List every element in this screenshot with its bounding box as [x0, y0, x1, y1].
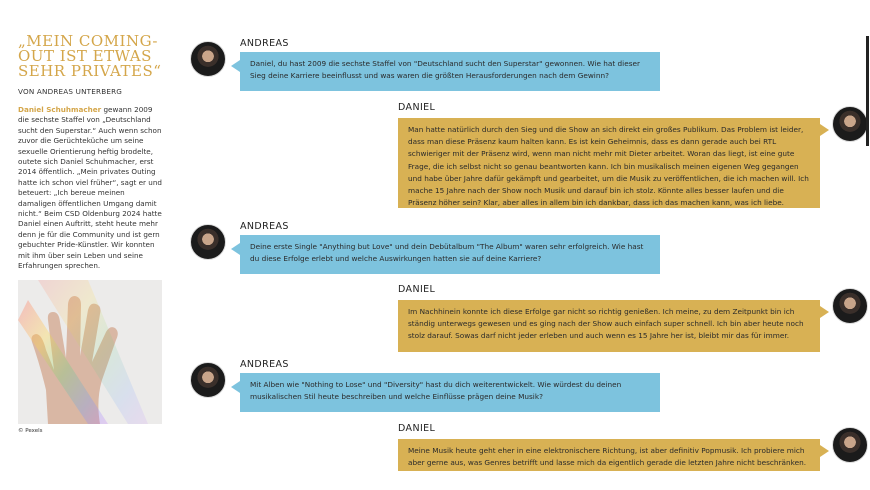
speaker-andreas: ANDREAS — [240, 38, 289, 49]
question-bubble: Daniel, du hast 2009 die sechste Staffel… — [240, 52, 660, 91]
bubble-tail — [820, 445, 829, 457]
speaker-daniel: DANIEL — [398, 102, 436, 113]
bubble-tail — [231, 243, 240, 255]
question-bubble: Mit Alben wie "Nothing to Lose" und "Div… — [240, 373, 660, 412]
answer-bubble: Man hatte natürlich durch den Sieg und d… — [398, 118, 820, 208]
article-photo — [18, 279, 162, 424]
speaker-daniel: DANIEL — [398, 423, 436, 434]
bubble-tail — [820, 124, 829, 136]
answer-bubble: Meine Musik heute geht eher in eine elek… — [398, 439, 820, 471]
bubble-tail — [231, 381, 240, 393]
article-headline: „MEIN COMING-OUT IST ETWAS SEHR PRIVATES… — [18, 32, 162, 80]
scrollbar[interactable] — [866, 36, 869, 146]
bubble-tail — [231, 60, 240, 72]
andreas-avatar — [190, 362, 226, 398]
article-sidebar: „MEIN COMING-OUT IST ETWAS SEHR PRIVATES… — [18, 34, 164, 434]
daniel-avatar — [832, 106, 868, 142]
speaker-andreas: ANDREAS — [240, 221, 289, 232]
question-bubble: Deine erste Single "Anything but Love" u… — [240, 235, 660, 274]
answer-bubble: Im Nachhinein konnte ich diese Erfolge g… — [398, 300, 820, 352]
photo-credit: © Pexels — [18, 427, 43, 434]
article-byline: VON ANDREAS UNTERBERG — [18, 87, 123, 96]
intro-text: gewann 2009 die sechste Staffel von „Deu… — [18, 105, 162, 271]
andreas-avatar — [190, 224, 226, 260]
intro-name: Daniel Schuhmacher — [18, 105, 102, 114]
daniel-avatar — [832, 427, 868, 463]
article-intro: Daniel Schuhmacher gewann 2009 die sechs… — [18, 105, 164, 272]
daniel-avatar — [832, 288, 868, 324]
bubble-tail — [820, 306, 829, 318]
andreas-avatar — [190, 41, 226, 77]
speaker-daniel: DANIEL — [398, 284, 436, 295]
speaker-andreas: ANDREAS — [240, 359, 289, 370]
hand-photo-illustration — [18, 279, 162, 424]
